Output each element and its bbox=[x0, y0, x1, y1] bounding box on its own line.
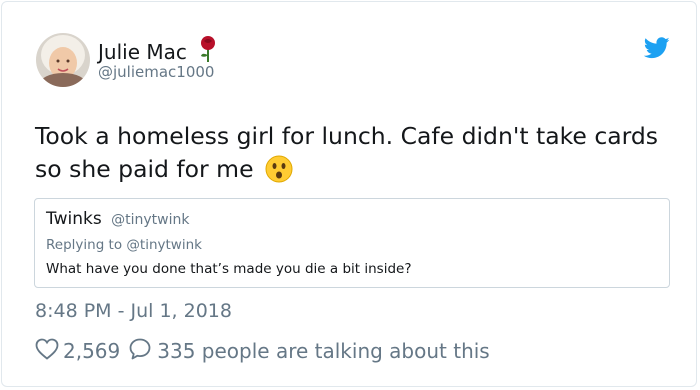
quoted-text: What have you done that’s made you die a… bbox=[46, 261, 412, 277]
author-handle[interactable]: @juliemac1000 bbox=[98, 63, 214, 81]
quoted-author[interactable]: Twinks @tinytwink bbox=[46, 209, 189, 229]
tweet-card: Julie Mac @juliemac1000 Took a homeless … bbox=[1, 1, 697, 387]
tweet-body: Took a homeless girl for lunch. Cafe did… bbox=[35, 122, 659, 183]
tweet-text: Took a homeless girl for lunch. Cafe did… bbox=[35, 120, 675, 192]
twitter-bird-icon[interactable] bbox=[643, 37, 670, 63]
speech-bubble-icon[interactable] bbox=[128, 337, 152, 366]
tweet-timestamp[interactable]: 8:48 PM - Jul 1, 2018 bbox=[35, 300, 232, 322]
quoted-replying-to[interactable]: Replying to @tinytwink bbox=[46, 237, 202, 253]
avatar[interactable] bbox=[36, 33, 90, 87]
display-name-text[interactable]: Julie Mac bbox=[98, 40, 187, 64]
quoted-handle: @tinytwink bbox=[111, 212, 190, 228]
quoted-tweet[interactable]: Twinks @tinytwink Replying to @tinytwink… bbox=[34, 198, 670, 288]
astonished-face-icon bbox=[265, 155, 293, 192]
like-count[interactable]: 2,569 bbox=[63, 339, 120, 363]
quoted-display-name: Twinks bbox=[46, 209, 102, 229]
talking-about-text[interactable]: 335 people are talking about this bbox=[157, 339, 489, 363]
heart-icon[interactable] bbox=[35, 338, 59, 365]
tweet-actions: 2,569 335 people are talking about this bbox=[35, 337, 490, 365]
